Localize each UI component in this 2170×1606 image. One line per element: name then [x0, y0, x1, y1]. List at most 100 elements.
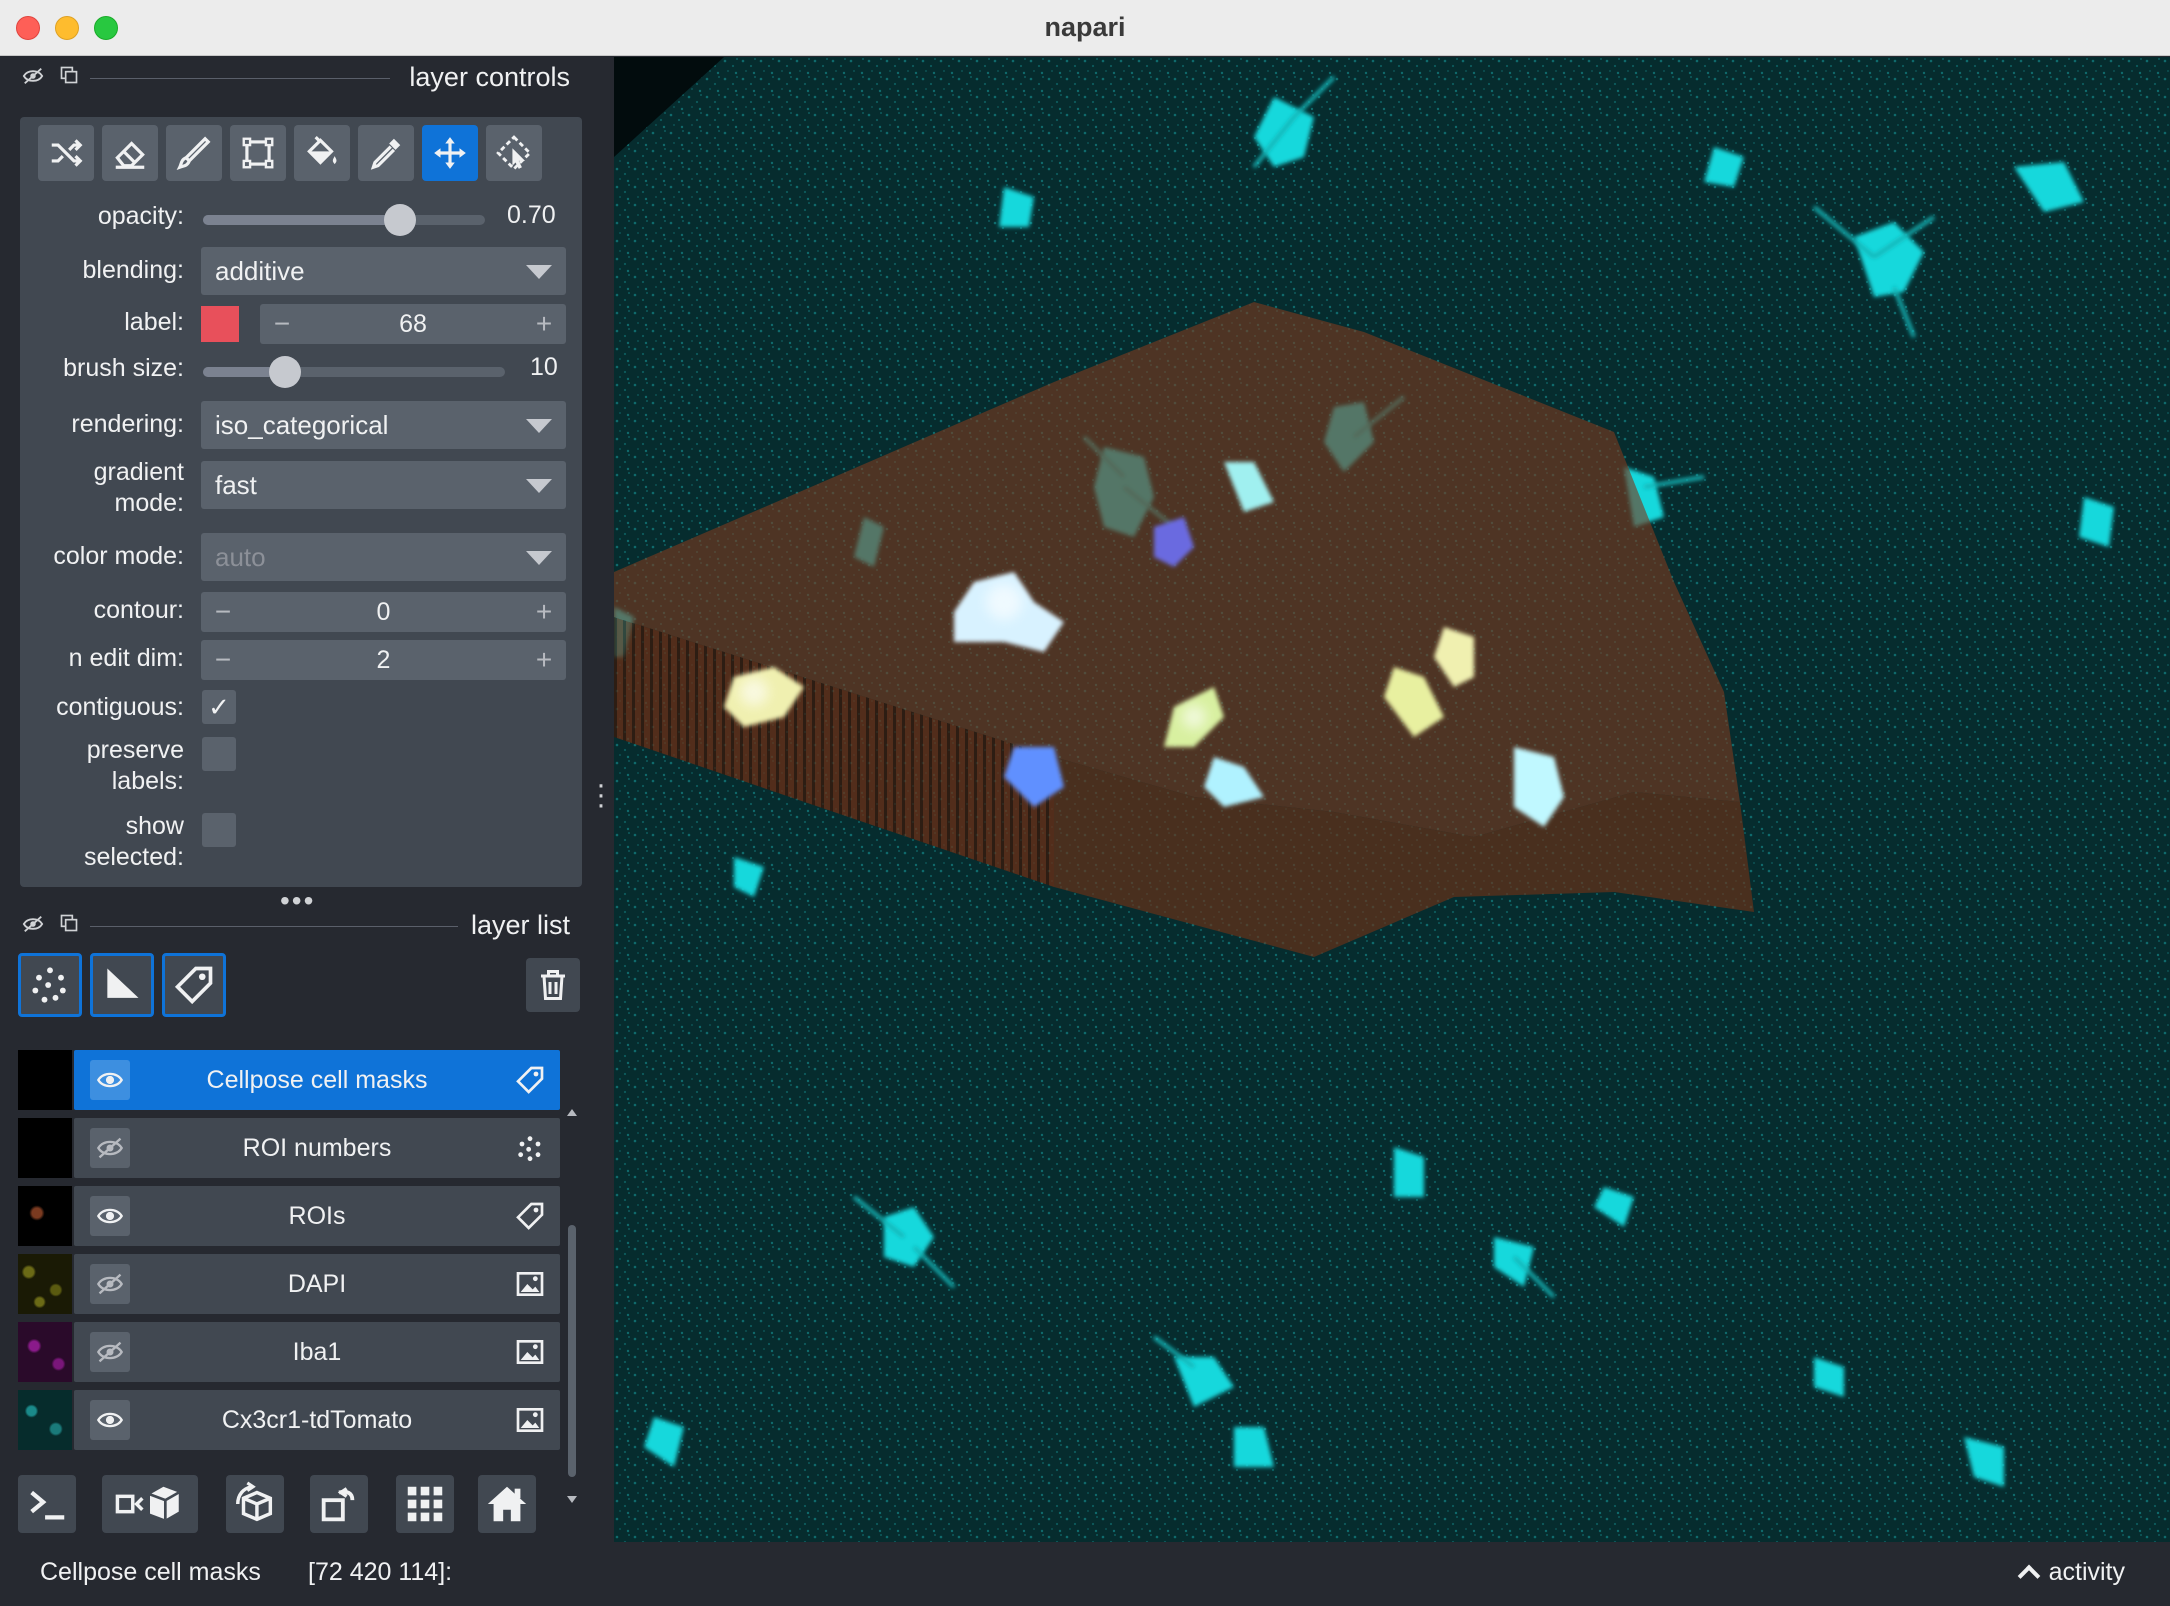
volume-render[interactable]: [614, 57, 2170, 1542]
n-edit-dim-row: n edit dim: − 2 +: [20, 639, 582, 681]
contiguous-checkbox[interactable]: ✓: [202, 690, 236, 724]
delete-layer-button[interactable]: [526, 958, 580, 1012]
visibility-toggle[interactable]: [90, 1332, 130, 1372]
layer-controls-panel: opacity: 0.70 blending: additive label: …: [20, 117, 582, 887]
label-decrement-button[interactable]: −: [264, 304, 300, 344]
contour-value[interactable]: 0: [377, 598, 391, 626]
grid-mode-button[interactable]: [396, 1475, 454, 1533]
visibility-toggle[interactable]: [90, 1264, 130, 1304]
eye-off-icon: [96, 1341, 124, 1363]
contour-decrement-button[interactable]: −: [205, 592, 241, 632]
visibility-toggle[interactable]: [90, 1128, 130, 1168]
activity-button[interactable]: activity: [2017, 1558, 2125, 1588]
layer-thumbnail: [18, 1118, 72, 1178]
brush-size-slider[interactable]: [203, 356, 505, 388]
eraser-button[interactable]: [102, 125, 158, 181]
opacity-slider-handle[interactable]: [384, 204, 417, 236]
n-edit-dim-decrement-button[interactable]: −: [205, 640, 241, 680]
layer-name[interactable]: ROIs: [130, 1186, 504, 1246]
preserve-labels-checkbox[interactable]: [202, 737, 236, 771]
visibility-toggle[interactable]: [90, 1400, 130, 1440]
layer-item-body[interactable]: Cx3cr1-tdTomato: [74, 1390, 560, 1450]
new-layer-buttons: [18, 953, 580, 1019]
n-edit-dim-value[interactable]: 2: [377, 646, 391, 674]
layer-item-cellpose-cell-masks[interactable]: Cellpose cell masks: [18, 1050, 560, 1110]
chevron-up-icon: [2017, 1564, 2040, 1588]
show-selected-checkbox[interactable]: [202, 813, 236, 847]
layer-name[interactable]: ROI numbers: [130, 1118, 504, 1178]
label-color-swatch[interactable]: [201, 306, 239, 342]
contour-spinbox[interactable]: − 0 +: [201, 592, 566, 632]
polygon-button[interactable]: [230, 125, 286, 181]
new-shapes-layer-button[interactable]: [90, 953, 154, 1017]
layer-item-rois[interactable]: ROIs: [18, 1186, 560, 1246]
layer-controls-title: layer controls: [409, 62, 570, 92]
dock-float-icon[interactable]: [56, 65, 82, 91]
layer-item-body[interactable]: ROI numbers: [74, 1118, 560, 1178]
gradient-mode-label-2: mode:: [114, 489, 184, 517]
fill-bucket-button[interactable]: [294, 125, 350, 181]
n-edit-dim-spinbox[interactable]: − 2 +: [201, 640, 566, 680]
polygon-icon: [242, 137, 274, 169]
contour-increment-button[interactable]: +: [526, 592, 562, 632]
pan-zoom-button[interactable]: [422, 125, 478, 181]
paint-brush-button[interactable]: [166, 125, 222, 181]
color-picker-button[interactable]: [358, 125, 414, 181]
scrollbar-thumb[interactable]: [568, 1225, 576, 1477]
grid-icon: [407, 1486, 443, 1522]
label-increment-button[interactable]: +: [526, 304, 562, 344]
layer-list-scrollbar[interactable]: [566, 1107, 578, 1505]
roll-dimensions-button[interactable]: [226, 1475, 284, 1533]
new-labels-layer-button[interactable]: [162, 953, 226, 1017]
visibility-toggle[interactable]: [90, 1196, 130, 1236]
contiguous-row: contiguous: ✓: [20, 687, 582, 729]
color-mode-select[interactable]: auto: [201, 533, 566, 581]
shuffle-colors-button[interactable]: [38, 125, 94, 181]
new-points-layer-button[interactable]: [18, 953, 82, 1017]
layer-item-cx3cr1-tdtomato[interactable]: Cx3cr1-tdTomato: [18, 1390, 560, 1450]
layer-item-iba1[interactable]: Iba1: [18, 1322, 560, 1382]
dock-float-icon[interactable]: [56, 913, 82, 939]
dock-splitter-handle[interactable]: · · ·: [596, 770, 606, 820]
dock-hide-icon[interactable]: [20, 65, 46, 91]
preserve-labels-label-1: preserve: [86, 736, 184, 764]
scroll-up-icon[interactable]: [567, 1109, 577, 1116]
gradient-mode-label-1: gradient: [93, 458, 184, 486]
layer-name[interactable]: Iba1: [130, 1322, 504, 1382]
eye-off-icon: [96, 1273, 124, 1295]
rendering-select[interactable]: iso_categorical: [201, 401, 566, 449]
points-icon: [32, 967, 66, 1003]
transpose-button[interactable]: [310, 1475, 368, 1533]
label-value[interactable]: 68: [399, 310, 427, 338]
layer-item-body[interactable]: Cellpose cell masks: [74, 1050, 560, 1110]
dock-hide-icon[interactable]: [20, 913, 46, 939]
console-icon: [30, 1490, 65, 1520]
layer-item-body[interactable]: ROIs: [74, 1186, 560, 1246]
reset-view-button[interactable]: [478, 1475, 536, 1533]
transform-button[interactable]: [486, 125, 542, 181]
layer-item-dapi[interactable]: DAPI: [18, 1254, 560, 1314]
layer-item-body[interactable]: DAPI: [74, 1254, 560, 1314]
layer-name[interactable]: Cellpose cell masks: [130, 1050, 504, 1110]
show-selected-row: show selected:: [20, 811, 582, 875]
gradient-mode-select[interactable]: fast: [201, 461, 566, 509]
console-button[interactable]: [18, 1475, 76, 1533]
visibility-toggle[interactable]: [90, 1060, 130, 1100]
n-edit-dim-increment-button[interactable]: +: [526, 640, 562, 680]
scroll-down-icon[interactable]: [567, 1496, 577, 1503]
color-mode-label: color mode:: [53, 542, 184, 570]
layer-name[interactable]: Cx3cr1-tdTomato: [130, 1390, 504, 1450]
layer-item-body[interactable]: Iba1: [74, 1322, 560, 1382]
layer-item-roi-numbers[interactable]: ROI numbers: [18, 1118, 560, 1178]
blending-select[interactable]: additive: [201, 247, 566, 295]
eye-icon: [96, 1412, 124, 1428]
color-picker-icon: [370, 138, 401, 170]
label-spinbox[interactable]: − 68 +: [260, 304, 566, 344]
layer-thumbnail: [18, 1390, 72, 1450]
ndisplay-toggle-button[interactable]: [102, 1475, 198, 1533]
opacity-slider[interactable]: [203, 204, 485, 236]
viewer-canvas[interactable]: [614, 57, 2170, 1542]
brush-size-slider-handle[interactable]: [268, 356, 301, 388]
layer-name[interactable]: DAPI: [130, 1254, 504, 1314]
opacity-label: opacity:: [97, 202, 184, 230]
